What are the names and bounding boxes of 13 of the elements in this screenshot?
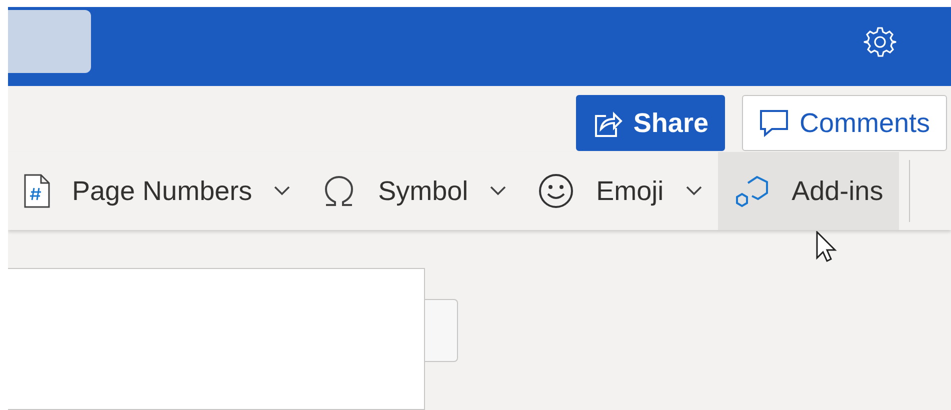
smiley-icon bbox=[538, 173, 574, 209]
ribbon-button[interactable]: Add-ins bbox=[718, 152, 900, 230]
ribbon-button[interactable]: Symbol bbox=[306, 152, 522, 230]
hexagons-icon bbox=[734, 173, 770, 209]
comment-icon bbox=[759, 108, 790, 138]
comments-button[interactable]: Comments bbox=[742, 95, 947, 151]
ribbon-button[interactable]: Emoji bbox=[522, 152, 718, 230]
share-button[interactable]: Share bbox=[576, 95, 726, 151]
page-number-icon bbox=[24, 174, 50, 208]
search-field[interactable] bbox=[8, 10, 91, 73]
settings-icon[interactable] bbox=[863, 25, 897, 59]
ribbon-button[interactable]: Page Numbers bbox=[8, 152, 306, 230]
mouse-pointer-icon bbox=[816, 231, 838, 263]
